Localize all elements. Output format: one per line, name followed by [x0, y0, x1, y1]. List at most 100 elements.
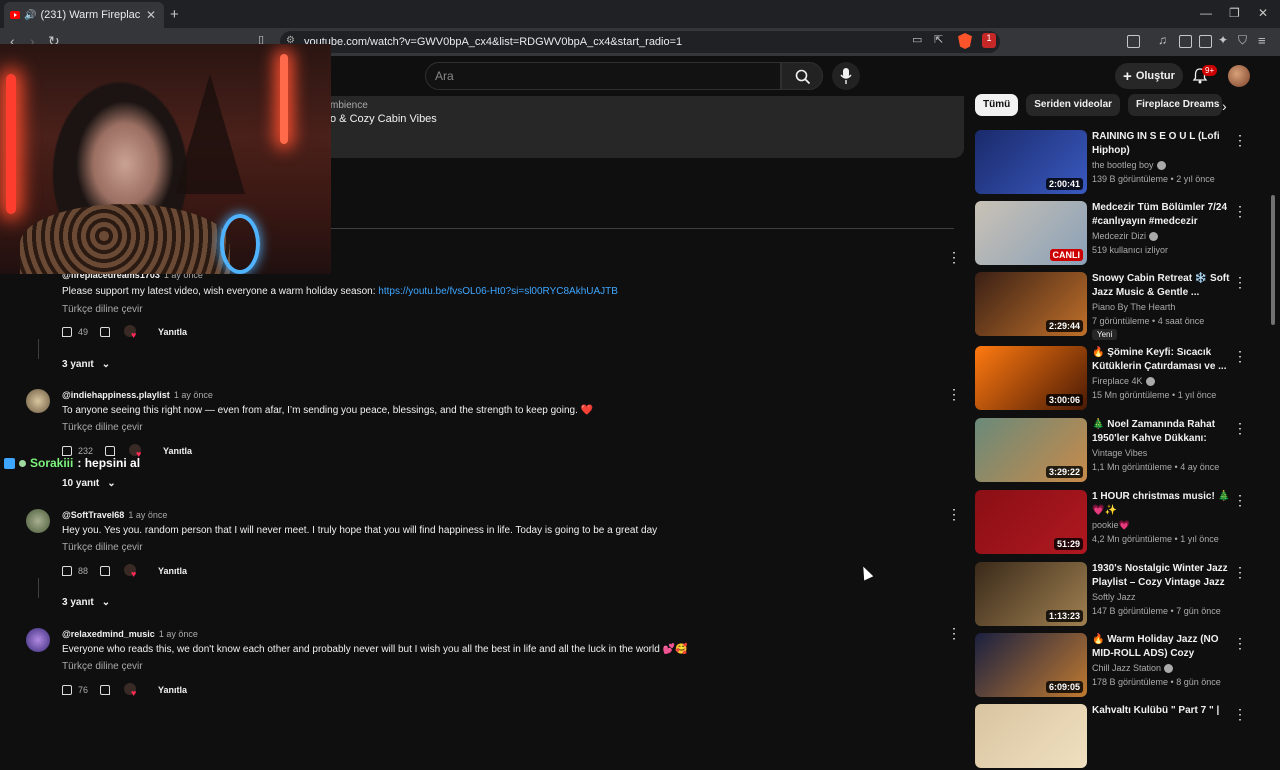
more-options-icon[interactable]: ⋮ — [1233, 348, 1247, 365]
channel-name[interactable]: Vintage Vibes — [1092, 448, 1147, 458]
share-icon[interactable]: ⇱ — [934, 33, 943, 46]
chip-series[interactable]: Seriden videolar — [1026, 94, 1121, 116]
video-thumbnail[interactable]: 2:29:44 — [975, 272, 1087, 336]
more-options-icon[interactable]: ⋮ — [1233, 132, 1247, 149]
recommendation-card[interactable]: 3:29:22 🎄 Noel Zamanında Rahat 1950'ler K… — [975, 418, 1270, 484]
comment-avatar[interactable] — [26, 389, 50, 413]
dislike-icon[interactable] — [100, 685, 111, 695]
more-options-icon[interactable]: ⋮ — [1233, 635, 1247, 652]
more-options-icon[interactable]: ⋮ — [1233, 274, 1247, 291]
video-title[interactable]: 🎄 Noel Zamanında Rahat 1950'ler Kahve Dü… — [1092, 418, 1232, 446]
video-title[interactable]: 🔥 Şömine Keyfi: Sıcacık Kütüklerin Çatır… — [1092, 346, 1232, 374]
recommendation-card[interactable]: CANLI Medcezir Tüm Bölümler 7/24 #canlıya… — [975, 201, 1270, 267]
channel-name[interactable]: the bootleg boy — [1092, 160, 1166, 171]
channel-name[interactable]: Chill Jazz Station — [1092, 663, 1174, 674]
url-field[interactable]: ⚙ youtube.com/watch?v=GWV0bpA_cx4&list=R… — [280, 31, 1000, 53]
comment-menu-icon[interactable]: ⋮ — [947, 625, 961, 642]
more-options-icon[interactable]: ⋮ — [1233, 420, 1247, 437]
channel-name[interactable]: pookie💗 — [1092, 520, 1130, 531]
reply-button[interactable]: Yanıtla — [158, 327, 187, 337]
recommendation-card[interactable]: Kahvaltı Kulübü " Part 7 " | ⋮ — [975, 704, 1270, 770]
search-button[interactable] — [781, 62, 823, 90]
comment-avatar[interactable] — [26, 509, 50, 533]
like-icon[interactable] — [62, 446, 72, 456]
comment-menu-icon[interactable]: ⋮ — [947, 249, 961, 266]
like-icon[interactable] — [62, 327, 72, 337]
video-title[interactable]: RAINING IN S E O U L (Lofi Hiphop) — [1092, 130, 1232, 158]
translate-link[interactable]: Türkçe diline çevir — [62, 542, 143, 553]
more-options-icon[interactable]: ⋮ — [1233, 706, 1247, 723]
video-thumbnail[interactable]: 2:00:41 — [975, 130, 1087, 194]
reply-button[interactable]: Yanıtla — [158, 566, 187, 576]
comment-author[interactable]: @SoftTravel68 1 ay önce — [62, 510, 167, 520]
translate-link[interactable]: Türkçe diline çevir — [62, 661, 143, 672]
comment-menu-icon[interactable]: ⋮ — [947, 506, 961, 523]
video-thumbnail[interactable]: 3:29:22 — [975, 418, 1087, 482]
video-description[interactable]: mbience o & Cozy Cabin Vibes — [330, 96, 964, 158]
chip-channel[interactable]: Fireplace Dreams adlı — [1128, 94, 1223, 116]
video-title[interactable]: Medcezir Tüm Bölümler 7/24 #canlıyayın #… — [1092, 201, 1232, 229]
video-title[interactable]: 🔥 Warm Holiday Jazz (NO MID-ROLL ADS) Co… — [1092, 633, 1232, 661]
music-icon[interactable]: ♫ — [1158, 33, 1167, 47]
recommendation-card[interactable]: 1:13:23 1930's Nostalgic Winter Jazz Play… — [975, 562, 1270, 628]
reply-button[interactable]: Yanıtla — [163, 446, 192, 456]
like-icon[interactable] — [62, 685, 72, 695]
comment-link[interactable]: https://youtu.be/fvsOL06-Ht0?si=sl00RYC8… — [378, 286, 618, 297]
video-thumbnail[interactable]: 6:09:05 — [975, 633, 1087, 697]
more-options-icon[interactable]: ⋮ — [1233, 203, 1247, 220]
video-thumbnail[interactable]: 51:29 — [975, 490, 1087, 554]
video-thumbnail[interactable]: CANLI — [975, 201, 1087, 265]
sidebar-scrollbar[interactable] — [1270, 96, 1276, 720]
translate-link[interactable]: Türkçe diline çevir — [62, 304, 143, 315]
chevron-right-icon[interactable]: › — [1222, 98, 1227, 114]
cast-icon[interactable]: ▭ — [912, 33, 922, 46]
video-title[interactable]: Kahvaltı Kulübü " Part 7 " | — [1092, 704, 1232, 718]
replies-toggle[interactable]: 10 yanıt ⌄ — [62, 478, 116, 489]
comment-avatar[interactable] — [26, 628, 50, 652]
scrollbar-thumb[interactable] — [1271, 195, 1275, 325]
recommendation-card[interactable]: 6:09:05 🔥 Warm Holiday Jazz (NO MID-ROLL … — [975, 633, 1270, 699]
like-icon[interactable] — [62, 566, 72, 576]
leo-ai-icon[interactable]: ✦ — [1218, 33, 1228, 47]
dislike-icon[interactable] — [100, 566, 111, 576]
create-button[interactable]: + Oluştur — [1115, 63, 1183, 89]
comment-author[interactable]: @indiehappiness.playlist 1 ay önce — [62, 390, 213, 400]
sidebar-icon[interactable] — [1179, 35, 1192, 48]
recommendation-card[interactable]: 2:00:41 RAINING IN S E O U L (Lofi Hiphop… — [975, 130, 1270, 196]
screenshot-icon[interactable] — [1127, 35, 1140, 48]
reply-button[interactable]: Yanıtla — [158, 685, 187, 695]
voice-search-button[interactable] — [832, 62, 860, 90]
new-tab-button[interactable]: + — [170, 6, 179, 23]
window-close-icon[interactable]: ✕ — [1258, 6, 1268, 20]
browser-tab[interactable]: 🔊 (231) Warm Fireplace Ambien ✕ — [4, 2, 164, 28]
search-input[interactable]: Ara — [425, 62, 781, 90]
chip-all[interactable]: Tümü — [975, 94, 1019, 116]
channel-name[interactable]: Piano By The Hearth — [1092, 302, 1175, 312]
dislike-icon[interactable] — [100, 327, 111, 337]
replies-toggle[interactable]: 3 yanıt ⌄ — [62, 359, 110, 370]
menu-icon[interactable]: ≡ — [1258, 33, 1266, 48]
recommendation-card[interactable]: 51:29 1 HOUR christmas music! 🎄 💗✨ pookie💗… — [975, 490, 1270, 556]
account-avatar[interactable] — [1228, 65, 1250, 87]
more-options-icon[interactable]: ⋮ — [1233, 492, 1247, 509]
brave-rewards-icon[interactable]: 1 — [982, 33, 996, 48]
dislike-icon[interactable] — [105, 446, 116, 456]
video-thumbnail[interactable] — [975, 704, 1087, 768]
comment-author[interactable]: @relaxedmind_music 1 ay önce — [62, 629, 198, 639]
replies-toggle[interactable]: 3 yanıt ⌄ — [62, 597, 110, 608]
tab-close-icon[interactable]: ✕ — [144, 8, 158, 22]
video-thumbnail[interactable]: 1:13:23 — [975, 562, 1087, 626]
video-title[interactable]: 1930's Nostalgic Winter Jazz Playlist – … — [1092, 562, 1232, 590]
translate-link[interactable]: Türkçe diline çevir — [62, 422, 143, 433]
wallet-icon[interactable] — [1199, 35, 1212, 48]
speaker-icon[interactable]: 🔊 — [24, 10, 36, 21]
minimize-icon[interactable]: — — [1200, 6, 1212, 20]
comment-menu-icon[interactable]: ⋮ — [947, 386, 961, 403]
more-options-icon[interactable]: ⋮ — [1233, 564, 1247, 581]
recommendation-card[interactable]: 3:00:06 🔥 Şömine Keyfi: Sıcacık Kütükleri… — [975, 346, 1270, 412]
channel-name[interactable]: Fireplace 4K — [1092, 376, 1155, 387]
channel-name[interactable]: Medcezir Dizi — [1092, 231, 1159, 242]
video-title[interactable]: 1 HOUR christmas music! 🎄 💗✨ — [1092, 490, 1232, 518]
recommendation-card[interactable]: 2:29:44 Snowy Cabin Retreat ❄️ Soft Jazz … — [975, 272, 1270, 340]
video-title[interactable]: Snowy Cabin Retreat ❄️ Soft Jazz Music &… — [1092, 272, 1232, 300]
